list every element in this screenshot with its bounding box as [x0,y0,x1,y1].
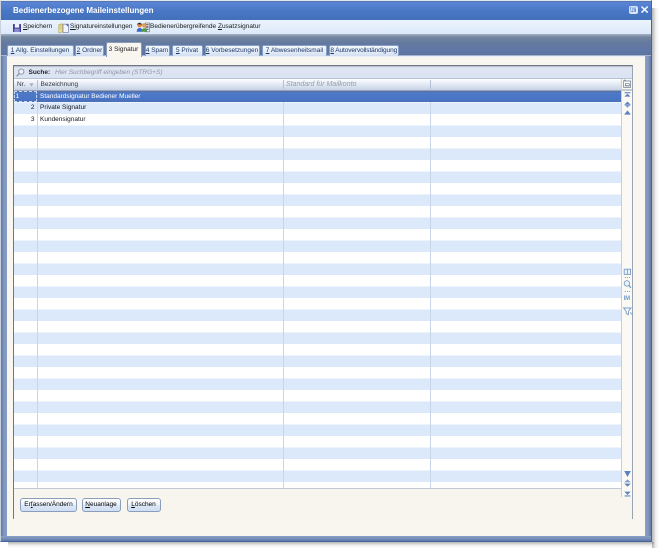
svg-text:IM: IM [624,296,630,302]
